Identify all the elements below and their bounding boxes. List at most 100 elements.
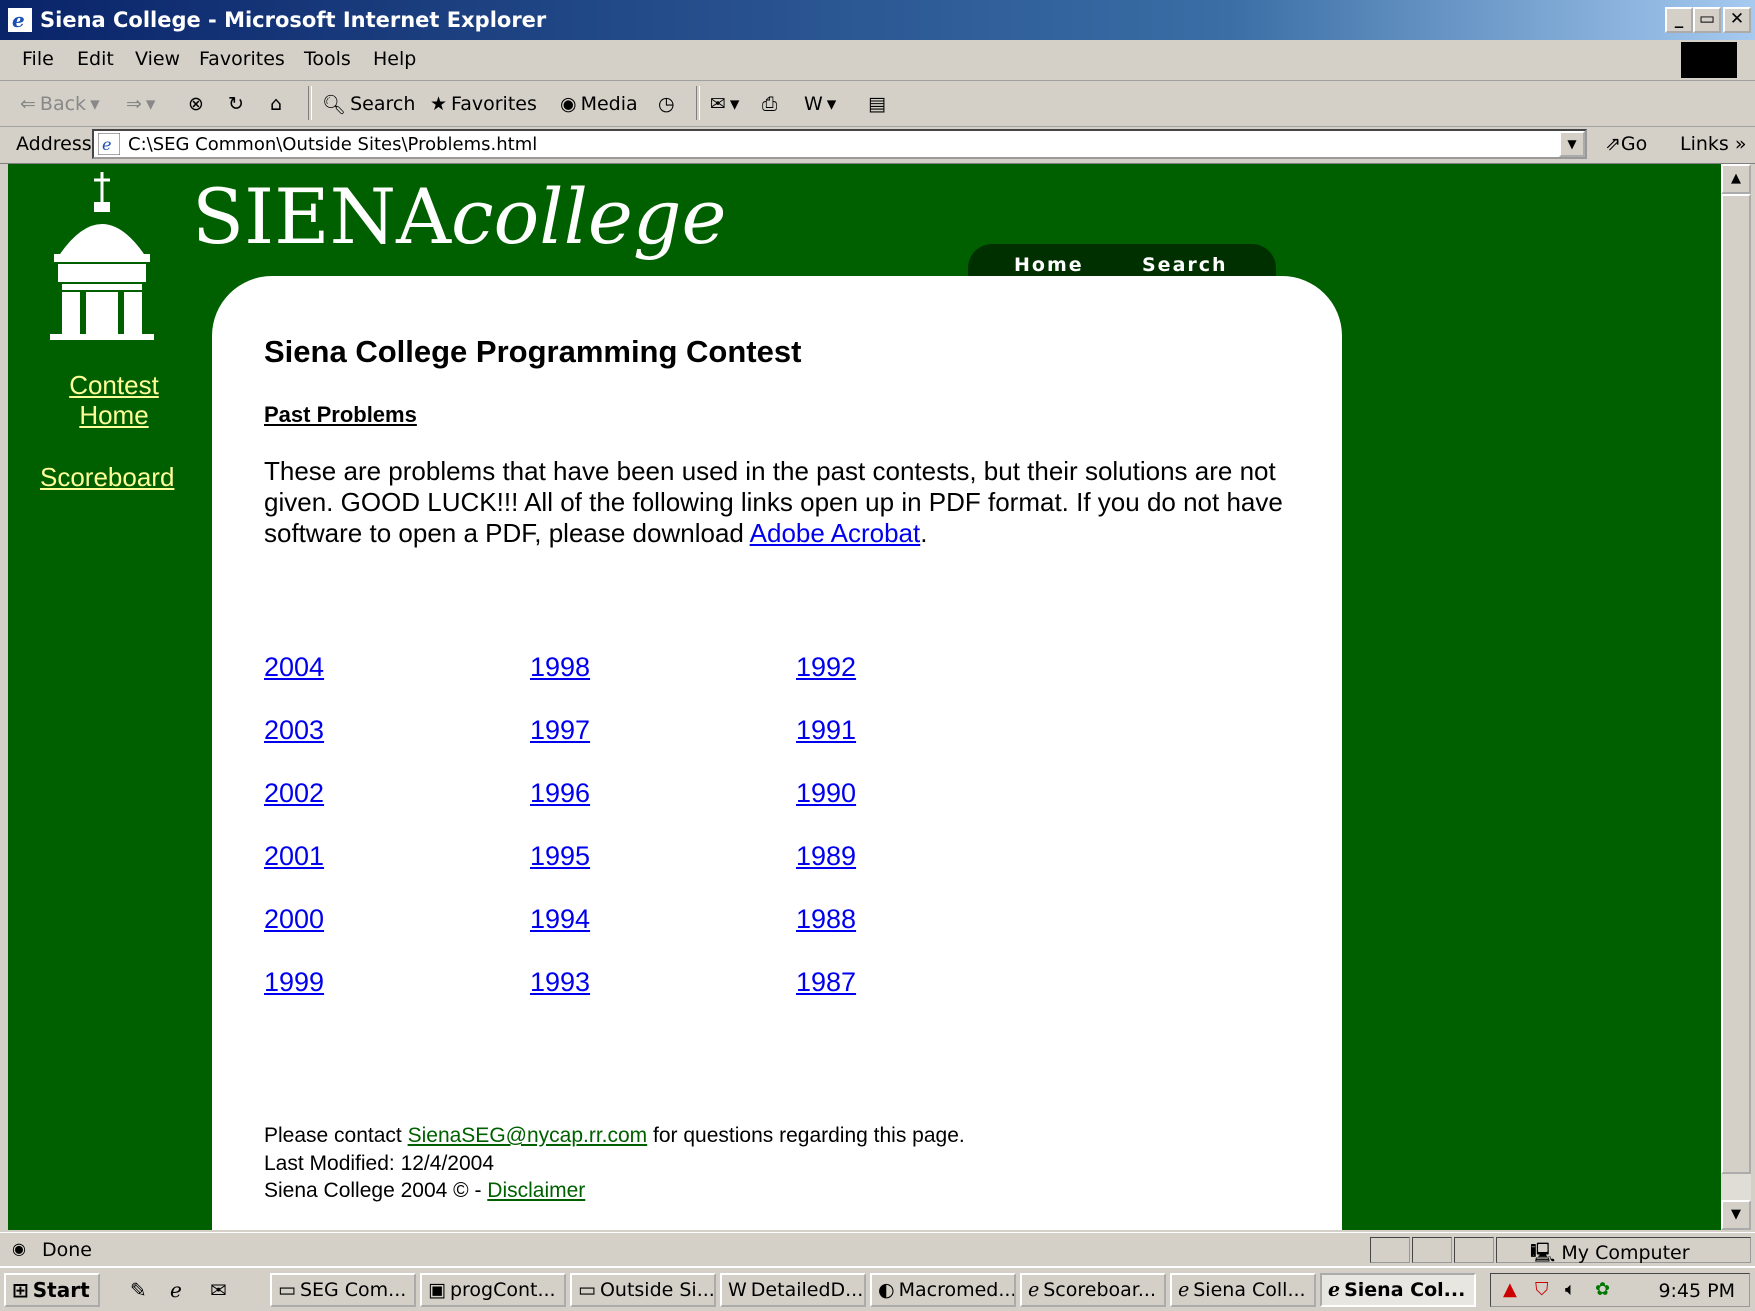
start-button[interactable]: ⊞ Start [4,1273,100,1307]
toolbar-separator [696,86,700,120]
status-cell [1412,1237,1452,1263]
menu-tools[interactable]: Tools [304,48,351,70]
status-text: Done [42,1239,92,1261]
taskbar-item[interactable]: ▭ Outside Si... [570,1273,716,1307]
year-link[interactable]: 1992 [796,652,856,683]
taskbar-item[interactable]: ◐ Macromed... [870,1273,1016,1307]
print-button[interactable]: ⎙ [762,88,777,120]
discuss-icon: ▤ [868,93,886,115]
nav-search[interactable]: Search [1142,254,1228,276]
year-link[interactable]: 1991 [796,715,856,746]
ie-icon: ℯ [1328,1279,1341,1301]
windows-flag-icon: ⊞ [12,1278,29,1302]
discuss-button[interactable]: ▤ [868,88,886,120]
links-button[interactable]: Links » [1680,133,1746,155]
email-link[interactable]: SienaSEG@nycap.rr.com [408,1124,648,1147]
go-label: Go [1620,133,1648,155]
taskbar-item-active[interactable]: ℯ Siena Col... [1320,1273,1476,1307]
home-button[interactable]: ⌂ [270,88,282,120]
year-link[interactable]: 1988 [796,904,856,935]
show-desktop-icon[interactable]: ✎ [130,1278,147,1302]
year-link[interactable]: 2000 [264,904,324,935]
taskbar-item[interactable]: ▣ progCont... [420,1273,566,1307]
menu-favorites[interactable]: Favorites [199,48,285,70]
back-button[interactable]: ⇐ Back ▾ [20,88,100,120]
year-link[interactable]: 1996 [530,778,590,809]
menu-view[interactable]: View [135,48,180,70]
history-button[interactable]: ◷ [658,88,675,120]
address-input[interactable]: e C:\SEG Common\Outside Sites\Problems.h… [92,129,1587,159]
year-link[interactable]: 2003 [264,715,324,746]
taskbar-item[interactable]: W DetailedD... [720,1273,866,1307]
copyright-line: Siena College 2004 © - Disclaimer [264,1179,585,1203]
minimize-button[interactable]: _ [1665,7,1693,33]
refresh-button[interactable]: ↻ [228,88,244,120]
home-icon: ⌂ [270,93,283,115]
menu-edit[interactable]: Edit [77,48,114,70]
scoreboard-link[interactable]: Scoreboard [40,462,174,493]
year-link[interactable]: 1997 [530,715,590,746]
svg-text:e: e [12,8,25,32]
disclaimer-link[interactable]: Disclaimer [487,1179,585,1202]
window-title: Siena College - Microsoft Internet Explo… [40,8,547,32]
taskbar-item[interactable]: ℯ Scoreboar... [1020,1273,1166,1307]
close-button[interactable]: ✕ [1723,7,1751,33]
page-title: Siena College Programming Contest [264,334,802,369]
menu-help[interactable]: Help [373,48,416,70]
chevron-down-icon: ▾ [826,93,837,115]
browser-window: e Siena College - Microsoft Internet Exp… [0,0,1755,1266]
year-link[interactable]: 1990 [796,778,856,809]
nav-home[interactable]: Home [1014,254,1084,276]
antivirus-icon[interactable]: ⛉ [1535,1279,1549,1300]
network-icon[interactable]: ✿ [1595,1279,1610,1300]
ati-icon[interactable]: ▲ [1503,1279,1517,1300]
start-label: Start [32,1278,90,1302]
logo-italic-text: college [450,172,727,261]
mail-button[interactable]: ✉ ▾ [710,88,739,120]
year-link[interactable]: 2002 [264,778,324,809]
taskbar-item[interactable]: ▭ SEG Com... [270,1273,416,1307]
year-link[interactable]: 1987 [796,967,856,998]
edit-button[interactable]: W ▾ [804,88,836,120]
ie-quicklaunch-icon[interactable]: ℯ [170,1278,182,1302]
year-link[interactable]: 2001 [264,841,324,872]
scroll-down-icon[interactable]: ▼ [1721,1200,1751,1230]
volume-icon[interactable]: 🔈︎ [1565,1279,1576,1300]
year-link[interactable]: 1995 [530,841,590,872]
address-dropdown-icon[interactable]: ▼ [1559,131,1585,157]
links-label: Links [1680,133,1729,155]
search-button[interactable]: 🔍︎ Search [322,88,415,120]
media-button[interactable]: ◉ Media [560,88,638,120]
year-link[interactable]: 2004 [264,652,324,683]
restore-button[interactable]: ▭ [1693,7,1721,33]
taskbar-item[interactable]: ℯ Siena Coll... [1170,1273,1316,1307]
year-link[interactable]: 1999 [264,967,324,998]
forward-button[interactable]: ⇒ ▾ [126,88,155,120]
year-link[interactable]: 1994 [530,904,590,935]
address-bar: Address e C:\SEG Common\Outside Sites\Pr… [0,127,1755,164]
task-label: Outside Si... [599,1279,715,1301]
adobe-acrobat-link[interactable]: Adobe Acrobat [750,518,921,548]
scroll-up-icon[interactable]: ▲ [1721,164,1751,194]
scroll-thumb[interactable] [1721,194,1751,1174]
year-link[interactable]: 1993 [530,967,590,998]
contest-home-link[interactable]: Contest Home [64,370,164,430]
stop-button[interactable]: ⊗ [188,88,204,120]
page-viewport: SIENAcollege Home Search Contest Home Sco… [8,164,1721,1230]
task-label: Scoreboar... [1043,1279,1156,1301]
folder-icon: ▭ [278,1279,296,1301]
year-link[interactable]: 1998 [530,652,590,683]
outlook-quicklaunch-icon[interactable]: ✉ [210,1278,227,1302]
search-icon: 🔍︎ [322,93,347,116]
word-icon: W [804,93,823,115]
year-link[interactable]: 1989 [796,841,856,872]
go-button[interactable]: ⇗Go [1605,133,1647,155]
menu-file[interactable]: File [22,48,54,70]
vertical-scrollbar[interactable]: ▲ ▼ [1721,164,1751,1230]
menu-bar: File Edit View Favorites Tools Help [0,40,1755,81]
favorites-label: Favorites [451,93,537,115]
page-done-icon: ◉ [12,1239,26,1258]
content-panel: Siena College Programming Contest Past P… [212,276,1342,1230]
toolbar-separator [308,86,312,120]
favorites-button[interactable]: ★ Favorites [430,88,537,120]
